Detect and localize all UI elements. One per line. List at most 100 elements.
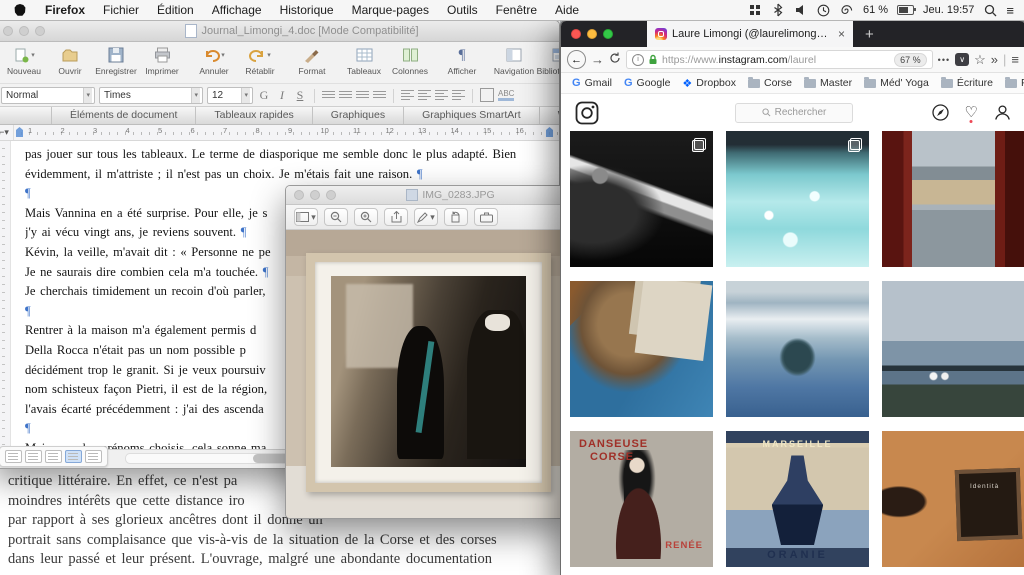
sidebar-toggle-button[interactable]: ▾ xyxy=(294,208,318,226)
reload-button[interactable] xyxy=(609,52,621,67)
notification-center-icon[interactable]: ≡ xyxy=(1006,3,1014,18)
grid-photo-7[interactable]: DANSEUSECORSERENÉE xyxy=(570,431,713,567)
new-tab-button[interactable]: + xyxy=(865,26,874,43)
toolbar-button-undo[interactable]: ▾Annuler xyxy=(191,45,237,76)
indent-marker[interactable] xyxy=(16,127,23,137)
menu-item-édition[interactable]: Édition xyxy=(148,0,203,20)
word-title-bar[interactable]: Journal_Limongi_4.doc [Mode Compatibilit… xyxy=(0,21,559,42)
volume-icon[interactable] xyxy=(794,3,808,17)
align-left-icon[interactable] xyxy=(322,91,335,100)
grid-photo-3[interactable] xyxy=(882,131,1024,267)
explore-compass-icon[interactable] xyxy=(932,104,949,121)
zoom-out-button[interactable] xyxy=(324,208,348,226)
grid-photo-8[interactable]: MARSEILLEORANIE xyxy=(726,431,869,567)
toolbar-button-table[interactable]: Tableaux xyxy=(341,45,387,76)
style-select[interactable]: Normal▾ xyxy=(1,87,95,104)
italic-button[interactable]: I xyxy=(275,88,289,103)
view-normal-button[interactable] xyxy=(5,450,22,463)
bold-button[interactable]: G xyxy=(257,88,271,103)
bluetooth-icon[interactable] xyxy=(771,3,785,17)
bookmark-m-d-yoga[interactable]: Méd' Yoga xyxy=(859,77,934,89)
url-bar[interactable]: i https://www.instagram.com/laurel 67 % xyxy=(626,50,933,69)
bookmark-star-icon[interactable]: ☆ xyxy=(974,52,986,68)
menu-item-fenêtre[interactable]: Fenêtre xyxy=(487,0,546,20)
hamburger-menu-icon[interactable]: ≡ xyxy=(1011,52,1019,67)
app-icon[interactable] xyxy=(748,3,762,17)
highlight-icon[interactable]: ABC xyxy=(498,89,514,101)
zoom-level-badge[interactable]: 67 % xyxy=(894,53,927,67)
markup-pen-button[interactable]: ▾ xyxy=(414,208,438,226)
profile-icon[interactable] xyxy=(994,104,1011,121)
ribbon-tab[interactable]: Graphiques xyxy=(313,107,404,124)
apple-menu-icon[interactable] xyxy=(14,4,26,16)
toolbar-button-open[interactable]: Ouvrir xyxy=(47,45,93,76)
toolbar-button-new[interactable]: ▾Nouveau xyxy=(1,45,47,76)
tab-close-icon[interactable]: × xyxy=(838,27,845,41)
menu-item-firefox[interactable]: Firefox xyxy=(36,0,94,20)
grid-photo-5[interactable] xyxy=(726,281,869,417)
bookmark-formations[interactable]: Formations xyxy=(1000,77,1024,89)
ribbon-tab[interactable]: Éléments de document xyxy=(52,107,196,124)
menu-item-fichier[interactable]: Fichier xyxy=(94,0,148,20)
toolbar-button-pilcrow[interactable]: ¶Afficher xyxy=(439,45,485,76)
browser-tab[interactable]: Laure Limongi (@laurelimongi) • F × xyxy=(647,21,853,47)
align-justify-icon[interactable] xyxy=(373,91,386,100)
back-button[interactable]: ← xyxy=(567,50,586,69)
markup-toolbox-button[interactable] xyxy=(474,208,498,226)
grid-photo-4[interactable] xyxy=(570,281,713,417)
indent-decrease-icon[interactable] xyxy=(435,90,448,100)
forward-button[interactable]: → xyxy=(591,52,604,67)
bookmark-dropbox[interactable]: ❖Dropbox xyxy=(677,77,741,90)
firefox-traffic-lights[interactable] xyxy=(571,29,613,39)
activity-heart-icon[interactable]: ♡ xyxy=(965,107,978,119)
spotlight-search-icon[interactable] xyxy=(983,3,997,17)
grid-photo-9[interactable]: Identità xyxy=(882,431,1024,567)
doc-line[interactable]: évidemment, il m'attriste ; il n'est pas… xyxy=(25,165,555,185)
ribbon-tab[interactable]: WordArt xyxy=(540,107,560,124)
toolbar-button-print[interactable]: Imprimer xyxy=(139,45,185,76)
ribbon-tab[interactable]: Graphiques SmartArt xyxy=(404,107,540,124)
bookmark-gmail[interactable]: GGmail xyxy=(567,77,617,89)
overflow-chevron-icon[interactable]: » xyxy=(991,52,998,67)
toolbar-button-library[interactable]: Bibliothèque xyxy=(537,45,560,76)
menu-item-outils[interactable]: Outils xyxy=(438,0,487,20)
toolbar-button-brush[interactable]: Format xyxy=(289,45,335,76)
view-notebook-button[interactable] xyxy=(85,450,102,463)
bookmark-corse[interactable]: Corse xyxy=(743,77,797,89)
tab-stop-selector[interactable]: ⌐▾ xyxy=(0,125,14,140)
align-right-icon[interactable] xyxy=(356,91,369,100)
menu-item-historique[interactable]: Historique xyxy=(271,0,343,20)
url-text[interactable]: https://www.instagram.com/laurel xyxy=(662,54,890,66)
bullet-list-icon[interactable] xyxy=(418,90,431,100)
instagram-logo-icon[interactable] xyxy=(575,101,599,125)
rotate-button[interactable] xyxy=(444,208,468,226)
underline-button[interactable]: S xyxy=(293,88,307,103)
menu-item-marque-pages[interactable]: Marque-pages xyxy=(343,0,438,20)
bookmark-google[interactable]: GGoogle xyxy=(619,77,675,89)
preview-title-bar[interactable]: IMG_0283.JPG xyxy=(286,186,565,205)
toolbar-button-columns[interactable]: Colonnes xyxy=(387,45,433,76)
doc-line[interactable]: pas jouer sur tous les tableaux. Le term… xyxy=(25,145,555,165)
font-size-select[interactable]: 12▾ xyxy=(207,87,253,104)
bookmark-master[interactable]: Master xyxy=(799,77,857,89)
share-button[interactable] xyxy=(384,208,408,226)
align-center-icon[interactable] xyxy=(339,91,352,100)
toolbar-button-redo[interactable]: ▾Rétablir xyxy=(237,45,283,76)
numbered-list-icon[interactable] xyxy=(401,90,414,100)
grid-photo-2[interactable] xyxy=(726,131,869,267)
indent-increase-icon[interactable] xyxy=(452,90,465,100)
borders-icon[interactable] xyxy=(480,88,494,102)
zoom-in-button[interactable] xyxy=(354,208,378,226)
horizontal-ruler[interactable]: 12345678910111213141516 xyxy=(14,125,559,140)
ribbon-tab[interactable]: Tableaux rapides xyxy=(196,107,312,124)
view-page-layout-button[interactable] xyxy=(65,450,82,463)
toolbar-button-save[interactable]: Enregistrer xyxy=(93,45,139,76)
grid-photo-1[interactable] xyxy=(570,131,713,267)
toolbar-button-nav[interactable]: Navigation xyxy=(491,45,537,76)
view-publishing-button[interactable] xyxy=(45,450,62,463)
vertical-ruler[interactable] xyxy=(0,141,11,449)
preview-image[interactable] xyxy=(286,230,565,518)
pocket-icon[interactable]: ∨ xyxy=(955,53,969,66)
word-traffic-lights[interactable] xyxy=(3,26,45,36)
menu-item-affichage[interactable]: Affichage xyxy=(203,0,271,20)
